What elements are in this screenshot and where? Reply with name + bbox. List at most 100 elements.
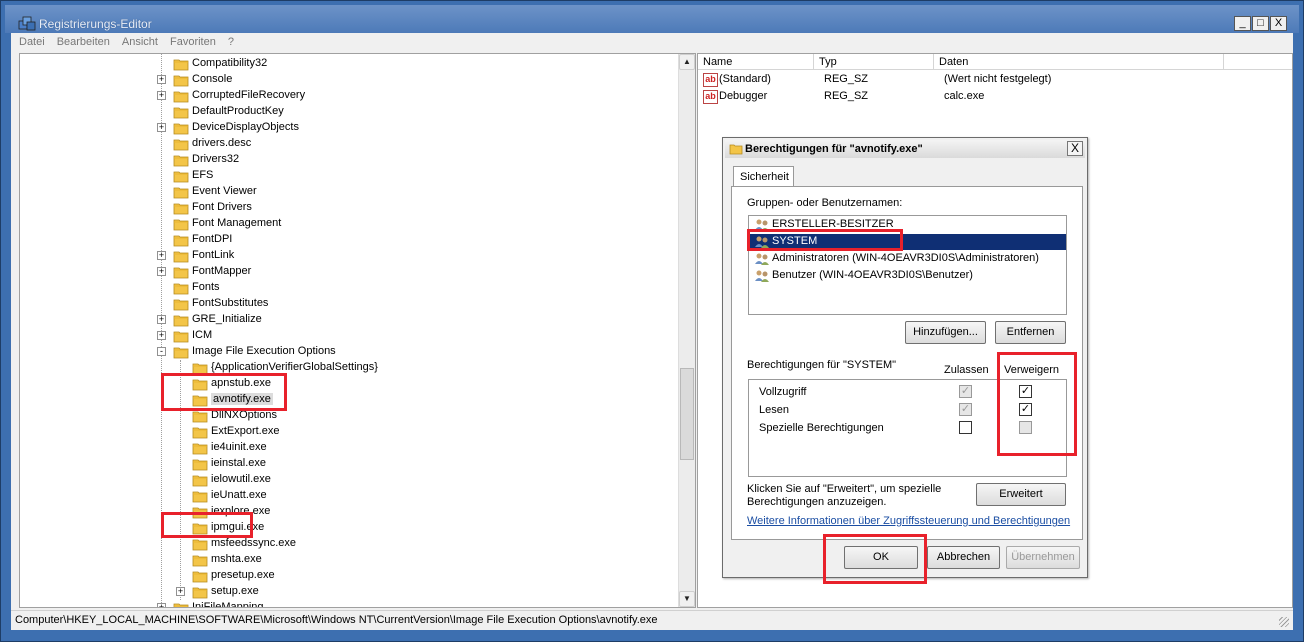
ok-button[interactable]: OK — [844, 546, 918, 569]
deny-full-control-checkbox[interactable]: ✓ — [1019, 385, 1032, 398]
dialog-title-bar[interactable]: Berechtigungen für "avnotify.exe" X — [725, 140, 1085, 158]
tree-node[interactable]: Compatibility32 — [20, 56, 680, 72]
tree-node[interactable]: + DeviceDisplayObjects — [20, 120, 680, 136]
tree-node[interactable]: + Console — [20, 72, 680, 88]
menu-help[interactable]: ? — [228, 36, 234, 48]
expand-toggle[interactable]: + — [157, 75, 166, 84]
apply-button[interactable]: Übernehmen — [1006, 546, 1080, 569]
tree-node[interactable]: presetup.exe — [20, 568, 680, 584]
scroll-down-button[interactable]: ▼ — [679, 591, 695, 607]
folder-icon — [173, 121, 189, 135]
tree-node[interactable]: ieUnatt.exe — [20, 488, 680, 504]
allow-read-checkbox[interactable]: ✓ — [959, 403, 972, 416]
column-type[interactable]: Typ — [814, 54, 934, 70]
info-link[interactable]: Weitere Informationen über Zugriffssteue… — [747, 515, 1070, 527]
user-name: ERSTELLER-BESITZER — [772, 218, 894, 230]
tree-node[interactable]: msfeedssync.exe — [20, 536, 680, 552]
maximize-button[interactable]: □ — [1252, 16, 1269, 31]
tree-node[interactable]: ielowutil.exe — [20, 472, 680, 488]
menu-file[interactable]: Datei — [19, 36, 45, 48]
tree-node[interactable]: mshta.exe — [20, 552, 680, 568]
users-listbox[interactable]: ERSTELLER-BESITZER SYSTEM Administratore… — [748, 215, 1067, 315]
tree-node[interactable]: - Image File Execution Options — [20, 344, 680, 360]
client-area: ▲ ▼ Compatibility32 + Console + CorruptedFil… — [11, 51, 1293, 610]
tree-node-label: presetup.exe — [211, 569, 275, 581]
folder-icon — [173, 265, 189, 279]
advanced-button[interactable]: Erweitert — [976, 483, 1066, 506]
column-data[interactable]: Daten — [934, 54, 1224, 70]
folder-icon — [173, 217, 189, 231]
deny-special-checkbox[interactable] — [1019, 421, 1032, 434]
expand-toggle[interactable]: + — [157, 603, 166, 607]
tree-node[interactable]: avnotify.exe — [20, 392, 680, 408]
add-button[interactable]: Hinzufügen... — [905, 321, 986, 344]
tree-node[interactable]: ExtExport.exe — [20, 424, 680, 440]
minimize-button[interactable]: _ — [1234, 16, 1251, 31]
expand-toggle[interactable]: + — [157, 123, 166, 132]
tree-node[interactable]: ieinstal.exe — [20, 456, 680, 472]
tree-node[interactable]: DllNXOptions — [20, 408, 680, 424]
registry-editor-icon — [18, 16, 36, 31]
value-row[interactable]: ab (Standard) REG_SZ (Wert nicht festgel… — [698, 72, 1292, 89]
tree-node[interactable]: FontDPI — [20, 232, 680, 248]
expand-toggle[interactable]: + — [157, 331, 166, 340]
deny-read-checkbox[interactable]: ✓ — [1019, 403, 1032, 416]
tree-node[interactable]: Font Management — [20, 216, 680, 232]
menu-view[interactable]: Ansicht — [122, 36, 158, 48]
values-header: Name Typ Daten — [698, 54, 1292, 70]
tab-security[interactable]: Sicherheit — [733, 166, 794, 188]
tree-node[interactable]: + IniFileMapping — [20, 600, 680, 607]
tree-scrollbar[interactable]: ▲ ▼ — [678, 54, 695, 607]
close-button[interactable]: X — [1270, 16, 1287, 31]
tree-node[interactable]: Fonts — [20, 280, 680, 296]
collapse-toggle[interactable]: - — [157, 347, 166, 356]
tree-node[interactable]: {ApplicationVerifierGlobalSettings} — [20, 360, 680, 376]
allow-special-checkbox[interactable] — [959, 421, 972, 434]
tree-node-label: setup.exe — [211, 585, 259, 597]
user-item-owner[interactable]: ERSTELLER-BESITZER — [753, 217, 1067, 233]
tree-node[interactable]: Font Drivers — [20, 200, 680, 216]
menu-edit[interactable]: Bearbeiten — [57, 36, 110, 48]
scroll-up-button[interactable]: ▲ — [679, 54, 695, 70]
resize-grip[interactable] — [1279, 617, 1289, 627]
tree-node[interactable]: drivers.desc — [20, 136, 680, 152]
folder-icon — [192, 361, 208, 375]
dialog-close-button[interactable]: X — [1067, 141, 1083, 156]
registry-tree[interactable]: ▲ ▼ Compatibility32 + Console + CorruptedFil… — [19, 53, 696, 608]
user-item-users[interactable]: Benutzer (WIN-4OEAVR3DI0S\Benutzer) — [753, 268, 1067, 284]
cancel-button[interactable]: Abbrechen — [927, 546, 1000, 569]
tree-node[interactable]: DefaultProductKey — [20, 104, 680, 120]
tree-node[interactable]: iexplore.exe — [20, 504, 680, 520]
expand-toggle[interactable]: + — [157, 315, 166, 324]
title-bar[interactable]: Registrierungs-Editor _ □ X — [5, 5, 1299, 33]
tree-node[interactable]: ie4uinit.exe — [20, 440, 680, 456]
tree-node[interactable]: + CorruptedFileRecovery — [20, 88, 680, 104]
expand-toggle[interactable]: + — [157, 91, 166, 100]
folder-icon — [192, 553, 208, 567]
tree-node[interactable]: Drivers32 — [20, 152, 680, 168]
tree-node[interactable]: Event Viewer — [20, 184, 680, 200]
scroll-thumb[interactable] — [680, 368, 694, 460]
tree-node[interactable]: + FontLink — [20, 248, 680, 264]
allow-full-control-checkbox[interactable]: ✓ — [959, 385, 972, 398]
column-name[interactable]: Name — [698, 54, 814, 70]
expand-toggle[interactable]: + — [157, 267, 166, 276]
tree-node[interactable]: ipmgui.exe — [20, 520, 680, 536]
value-row[interactable]: ab Debugger REG_SZ calc.exe — [698, 89, 1292, 106]
user-item-admins[interactable]: Administratoren (WIN-4OEAVR3DI0S\Adminis… — [753, 251, 1067, 267]
expand-toggle[interactable]: + — [176, 587, 185, 596]
tree-node-label: Compatibility32 — [192, 57, 268, 69]
remove-button[interactable]: Entfernen — [995, 321, 1066, 344]
permission-name: Vollzugriff — [759, 386, 807, 398]
tree-node[interactable]: + GRE_Initialize — [20, 312, 680, 328]
tree-node[interactable]: + setup.exe — [20, 584, 680, 600]
user-item-system[interactable]: SYSTEM — [750, 234, 1066, 250]
tree-node[interactable]: apnstub.exe — [20, 376, 680, 392]
expand-toggle[interactable]: + — [157, 251, 166, 260]
tree-node[interactable]: FontSubstitutes — [20, 296, 680, 312]
registry-editor-window: Registrierungs-Editor _ □ X Datei Bearbe… — [0, 0, 1304, 642]
tree-node[interactable]: EFS — [20, 168, 680, 184]
menu-favorites[interactable]: Favoriten — [170, 36, 216, 48]
tree-node[interactable]: + ICM — [20, 328, 680, 344]
tree-node[interactable]: + FontMapper — [20, 264, 680, 280]
